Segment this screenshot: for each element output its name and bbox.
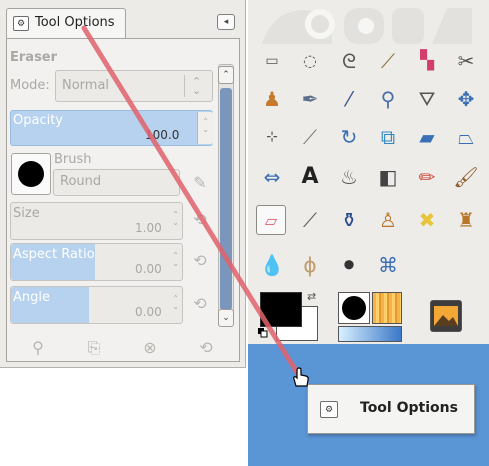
paintbrush-icon[interactable]: 🖌 [451,162,481,192]
aspect-ratio-slider[interactable]: Aspect Ratio 0.00 ⌃ ⌄ [10,243,183,281]
color-picker-icon[interactable]: ⁄ [334,84,364,114]
brush-dot-icon [342,296,366,320]
rotate-icon[interactable]: ↻ [334,122,364,152]
opacity-value: 100.0 [145,128,180,142]
mode-arrows-icon: ⌃ ⌄ [192,75,202,97]
blend-icon[interactable]: ◧ [373,162,403,192]
flip-icon[interactable]: ⇔ [257,162,287,192]
brush-value: Round [60,174,102,189]
reset-aspect-icon[interactable]: ⟲ [189,251,211,270]
image-thumbnail-icon [434,306,458,326]
active-pattern-preview[interactable] [372,292,402,324]
tool-options-icon: ⚙ [13,16,29,31]
opacity-slider[interactable]: Opacity 100.0 ⌃ ⌄ [10,110,213,146]
text-icon[interactable]: A [295,162,325,192]
tab-label: Tool Options [35,15,115,30]
shear-icon[interactable]: ▰ [412,122,442,152]
mode-label: Mode: [10,78,50,93]
reset-options-icon[interactable]: ⟲ [196,338,216,357]
mode-divider [184,75,185,97]
measure-icon[interactable]: ⛛ [412,84,442,114]
perspective-icon[interactable]: ⏢ [451,122,481,152]
mode-select[interactable]: Normal ⌃ ⌄ [55,70,213,102]
move-icon[interactable]: ✥ [451,84,481,114]
size-label: Size [13,206,40,221]
opacity-spinner[interactable]: ⌃ ⌄ [197,112,213,144]
free-select-icon[interactable]: ᘓ [334,46,364,76]
airbrush-icon[interactable]: ⟋ [295,205,325,235]
paths-icon[interactable]: ✒ [295,84,325,114]
foreground-color-swatch[interactable] [260,292,302,327]
drag-tooltip: ⚙ Tool Options [307,384,475,434]
brush-shape-icon [18,161,44,187]
save-options-icon[interactable]: ⚲ [28,338,48,357]
tool-options-icon: ⚙ [320,401,338,418]
smudge-icon[interactable]: ϕ [295,250,325,280]
angle-label: Angle [13,290,50,305]
reset-size-icon[interactable]: ⟲ [189,210,211,229]
mode-value: Normal [62,78,110,93]
active-image-preview[interactable] [430,300,462,332]
opacity-label: Opacity [13,113,64,128]
brush-label: Brush [54,152,92,167]
angle-slider[interactable]: Angle 0.00 ⌃ ⌄ [10,286,183,324]
dock-menu-button[interactable]: ◂ [217,14,235,30]
hand-cursor-icon [293,367,309,387]
scroll-up-icon[interactable]: ⌃ [218,66,234,84]
scale-icon[interactable]: ⧉ [373,122,403,152]
zoom-icon[interactable]: ⚲ [373,84,403,114]
scissors-icon[interactable]: ✂ [451,46,481,76]
size-slider[interactable]: Size 1.00 ⌃ ⌄ [10,202,183,240]
aspect-ratio-value: 0.00 [135,262,162,276]
ink-icon[interactable]: ⚱ [334,205,364,235]
active-gradient-preview[interactable] [338,326,402,342]
scrollbar-thumb[interactable] [220,88,232,310]
angle-value: 0.00 [135,305,162,319]
align-icon[interactable]: ⊹ [257,122,287,152]
brush-name-field[interactable]: Round [53,169,180,196]
foreground-select-icon[interactable]: ♟ [257,84,287,114]
heal-icon[interactable]: ✖ [412,205,442,235]
active-brush-preview[interactable] [338,292,370,324]
crop-icon[interactable]: ⟋ [295,122,325,152]
swap-colors-icon[interactable]: ⇄ [307,290,316,303]
restore-options-icon[interactable]: ⎘ [84,338,104,358]
drag-tooltip-label: Tool Options [360,400,458,416]
cage-transform-icon[interactable]: ⌘ [373,250,403,280]
dodge-burn-icon[interactable]: ⚫ [334,250,364,280]
aspect-ratio-label: Aspect Ratio [13,247,95,262]
rect-select-icon[interactable]: ▭ [257,46,287,76]
blur-icon[interactable]: 💧 [257,250,287,280]
tab-tool-options[interactable]: ⚙ Tool Options [6,8,126,38]
eraser-icon[interactable]: ▱ [256,205,286,235]
brush-preview-button[interactable] [11,153,51,195]
perspective-clone-icon[interactable]: ♜ [451,205,481,235]
color-select-icon[interactable]: ▚ [412,46,442,76]
edit-brush-icon[interactable]: ✎ [191,173,209,192]
delete-options-icon[interactable]: ⊗ [140,338,160,357]
reset-angle-icon[interactable]: ⟲ [189,294,211,313]
bucket-fill-icon[interactable]: ♨ [334,162,364,192]
default-colors-icon[interactable] [258,328,268,338]
ellipse-select-icon[interactable]: ◌ [295,46,325,76]
size-value: 1.00 [135,221,162,235]
wilber-logo [262,8,472,44]
pencil-icon[interactable]: ✏ [412,162,442,192]
scroll-down-icon[interactable]: ⌄ [218,309,234,327]
clone-icon[interactable]: ♙ [373,205,403,235]
tool-title: Eraser [10,50,58,65]
fuzzy-select-icon[interactable]: ⟋ [373,46,403,76]
